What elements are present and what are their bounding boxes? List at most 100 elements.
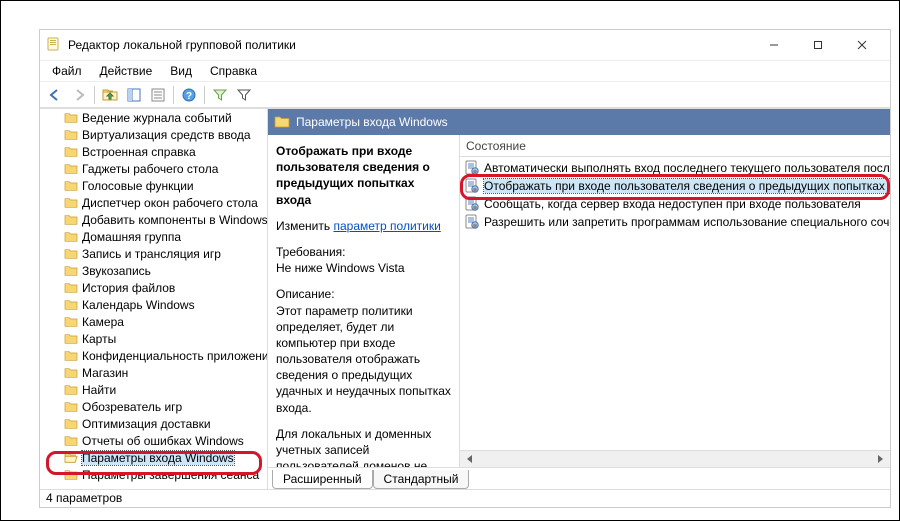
tree-node-label: История файлов bbox=[82, 281, 175, 295]
tree-node[interactable]: Конфиденциальность приложений bbox=[40, 347, 267, 364]
tree-node[interactable]: Магазин bbox=[40, 364, 267, 381]
tree-node-label: Конфиденциальность приложений bbox=[82, 349, 267, 363]
tree-node[interactable]: Звукозапись bbox=[40, 262, 267, 279]
forward-button[interactable] bbox=[68, 84, 90, 106]
description-label: Описание: bbox=[276, 286, 451, 302]
description-text: Этот параметр политики определяет, будет… bbox=[276, 303, 451, 416]
up-button[interactable] bbox=[99, 84, 121, 106]
policy-setting-row[interactable]: Сообщать, когда сервер входа недоступен … bbox=[460, 195, 890, 213]
close-button[interactable] bbox=[840, 33, 884, 57]
tree-node[interactable]: Диспетчер окон рабочего стола bbox=[40, 194, 267, 211]
change-label: Изменить bbox=[276, 219, 330, 233]
tree-node[interactable]: Параметры завершения сеанса bbox=[40, 466, 267, 483]
scroll-right-icon[interactable] bbox=[872, 452, 888, 466]
menu-bar: Файл Действие Вид Справка bbox=[40, 60, 890, 82]
tree-node[interactable]: Домашняя группа bbox=[40, 228, 267, 245]
policy-setting-label: Сообщать, когда сервер входа недоступен … bbox=[484, 197, 861, 211]
tree-node-label: Диспетчер окон рабочего стола bbox=[82, 196, 258, 210]
view-tabs: Расширенный Стандартный bbox=[268, 467, 890, 489]
tree-node-label: Ведение журнала событий bbox=[82, 111, 232, 125]
folder-icon bbox=[274, 115, 290, 129]
content-header-title: Параметры входа Windows bbox=[296, 115, 448, 129]
policy-setting-row[interactable]: Автоматически выполнять вход последнего … bbox=[460, 159, 890, 177]
properties-button[interactable] bbox=[147, 84, 169, 106]
tree-node[interactable]: Оптимизация доставки bbox=[40, 415, 267, 432]
filter-on-button[interactable] bbox=[209, 84, 231, 106]
column-header-label: Состояние bbox=[466, 139, 526, 153]
tree-node-label: Магазин bbox=[82, 366, 128, 380]
app-icon bbox=[46, 36, 62, 55]
show-hide-tree-button[interactable] bbox=[123, 84, 145, 106]
tree-node[interactable]: Добавить компоненты в Windows bbox=[40, 211, 267, 228]
tree-node[interactable]: Встроенная справка bbox=[40, 143, 267, 160]
tree-node-label: Звукозапись bbox=[82, 264, 151, 278]
tab-extended[interactable]: Расширенный bbox=[272, 470, 373, 489]
toolbar-separator bbox=[204, 86, 205, 104]
title-bar: Редактор локальной групповой политики bbox=[40, 30, 890, 60]
column-header[interactable]: Состояние bbox=[460, 135, 890, 157]
toolbar-separator bbox=[173, 86, 174, 104]
tree-node-label: Оптимизация доставки bbox=[82, 417, 211, 431]
tree-node-label: Запись и трансляция игр bbox=[82, 247, 221, 261]
tree-node[interactable]: Голосовые функции bbox=[40, 177, 267, 194]
tree-node-label: Виртуализация средств ввода bbox=[82, 128, 251, 142]
settings-list-pane: Состояние Автоматически выполнять вход п… bbox=[460, 135, 890, 467]
setting-name: Отображать при входе пользователя сведен… bbox=[276, 143, 451, 208]
tree-node[interactable]: Отчеты об ошибках Windows bbox=[40, 432, 267, 449]
status-text: 4 параметров bbox=[46, 491, 122, 505]
tree-node[interactable]: Карты bbox=[40, 330, 267, 347]
tree-node[interactable]: Запись и трансляция игр bbox=[40, 245, 267, 262]
tree-node-label: Камера bbox=[82, 315, 124, 329]
tree-node[interactable]: Обозреватель игр bbox=[40, 398, 267, 415]
policy-setting-label: Отображать при входе пользователя сведен… bbox=[484, 179, 890, 193]
requirements-value: Не ниже Windows Vista bbox=[276, 260, 451, 276]
menu-help[interactable]: Справка bbox=[202, 62, 265, 80]
tree-node[interactable]: История файлов bbox=[40, 279, 267, 296]
tree-node[interactable]: Параметры входа Windows bbox=[40, 449, 267, 466]
svg-text:?: ? bbox=[186, 91, 192, 102]
policy-setting-label: Автоматически выполнять вход последнего … bbox=[484, 161, 890, 175]
back-button[interactable] bbox=[44, 84, 66, 106]
requirements-label: Требования: bbox=[276, 244, 451, 260]
tree-node[interactable]: Ведение журнала событий bbox=[40, 109, 267, 126]
tree-node-label: Параметры входа Windows bbox=[82, 451, 234, 465]
tree-node-label: Добавить компоненты в Windows bbox=[82, 213, 267, 227]
tree-node-label: Гаджеты рабочего стола bbox=[82, 162, 218, 176]
tree-node-label: Календарь Windows bbox=[82, 298, 195, 312]
tree-node[interactable]: Виртуализация средств ввода bbox=[40, 126, 267, 143]
maximize-button[interactable] bbox=[796, 33, 840, 57]
filter-options-button[interactable] bbox=[233, 84, 255, 106]
tree-node[interactable]: Найти bbox=[40, 381, 267, 398]
policy-setting-row[interactable]: Отображать при входе пользователя сведен… bbox=[460, 177, 890, 195]
description-text-2: Для локальных и доменных учетных записей… bbox=[276, 426, 451, 467]
tree-node-label: Обозреватель игр bbox=[82, 400, 182, 414]
tab-standard[interactable]: Стандартный bbox=[373, 470, 470, 489]
policy-setting-label: Разрешить или запретить программам испол… bbox=[484, 215, 890, 229]
tree-node-label: Найти bbox=[82, 383, 116, 397]
tree-node-label: Домашняя группа bbox=[82, 230, 181, 244]
tree-node-label: Отчеты об ошибках Windows bbox=[82, 434, 244, 448]
tree-node-label: Карты bbox=[82, 332, 116, 346]
description-pane: Отображать при входе пользователя сведен… bbox=[268, 135, 460, 467]
menu-view[interactable]: Вид bbox=[162, 62, 200, 80]
tree-node[interactable]: Календарь Windows bbox=[40, 296, 267, 313]
tree-pane[interactable]: Ведение журнала событий Виртуализация сре… bbox=[40, 109, 268, 489]
minimize-button[interactable] bbox=[752, 33, 796, 57]
help-button[interactable]: ? bbox=[178, 84, 200, 106]
menu-action[interactable]: Действие bbox=[92, 62, 161, 80]
tree-node[interactable]: Гаджеты рабочего стола bbox=[40, 160, 267, 177]
tree-node-label: Параметры завершения сеанса bbox=[82, 468, 259, 482]
toolbar: ? bbox=[40, 82, 890, 108]
horizontal-scrollbar[interactable] bbox=[460, 450, 890, 467]
content-header: Параметры входа Windows bbox=[268, 109, 890, 135]
window-title: Редактор локальной групповой политики bbox=[68, 38, 752, 52]
status-bar: 4 параметров bbox=[40, 489, 890, 507]
toolbar-separator bbox=[94, 86, 95, 104]
scroll-left-icon[interactable] bbox=[462, 452, 478, 466]
policy-setting-row[interactable]: Разрешить или запретить программам испол… bbox=[460, 213, 890, 231]
tree-node-label: Встроенная справка bbox=[82, 145, 196, 159]
window-controls bbox=[752, 33, 884, 57]
policy-setting-link[interactable]: параметр политики bbox=[333, 219, 440, 233]
menu-file[interactable]: Файл bbox=[44, 62, 90, 80]
tree-node[interactable]: Камера bbox=[40, 313, 267, 330]
